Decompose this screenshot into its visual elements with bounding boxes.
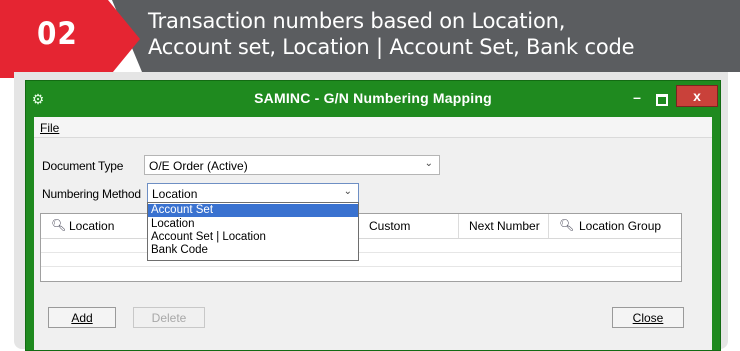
banner-line-1: Transaction numbers based on Location, xyxy=(148,9,566,33)
column-location-group-label: Location Group xyxy=(579,219,662,233)
close-button[interactable]: Close xyxy=(612,307,684,328)
menu-bar: File xyxy=(34,117,712,138)
step-number: 02 xyxy=(37,16,78,52)
close-window-button[interactable]: x xyxy=(676,85,718,107)
delete-button-label: Delete xyxy=(151,311,187,325)
document-type-label: Document Type xyxy=(42,159,124,173)
table-row[interactable] xyxy=(41,266,681,280)
column-custom-label: Custom xyxy=(369,219,411,233)
chevron-down-icon: ⌄ xyxy=(343,186,352,197)
magnifier-icon[interactable]: 🔍︎ xyxy=(51,218,66,232)
banner-caption: Transaction numbers based on Location, A… xyxy=(148,8,635,60)
close-button-label: Close xyxy=(632,311,664,325)
table-row[interactable] xyxy=(41,238,681,253)
maximize-icon xyxy=(656,94,668,106)
menu-file[interactable]: File xyxy=(40,121,59,135)
numbering-method-value: Location xyxy=(152,187,198,201)
column-location-group[interactable]: 🔍︎ Location Group xyxy=(549,214,681,238)
option-account-set-location[interactable]: Account Set | Location xyxy=(148,231,358,244)
chevron-down-icon: ⌄ xyxy=(424,158,433,169)
option-account-set[interactable]: Account Set xyxy=(148,204,358,217)
numbering-method-dropdown[interactable]: Account Set Location Account Set | Locat… xyxy=(147,202,359,261)
app-window: ⚙ SAMINC - G/N Numbering Mapping – x Fil… xyxy=(25,80,721,351)
column-location-label: Location xyxy=(69,219,115,233)
title-bar[interactable]: ⚙ SAMINC - G/N Numbering Mapping – x xyxy=(26,81,720,117)
column-next-number-label: Next Number xyxy=(469,219,540,233)
table-row[interactable] xyxy=(41,252,681,267)
menu-file-label: File xyxy=(40,121,60,135)
maximize-button[interactable] xyxy=(650,89,672,107)
mapping-grid[interactable]: 🔍︎ Location Custom Next Number 🔍︎ Locati… xyxy=(40,213,682,282)
grid-header: 🔍︎ Location Custom Next Number 🔍︎ Locati… xyxy=(41,214,681,239)
column-next-number[interactable]: Next Number xyxy=(459,214,549,238)
window-title: SAMINC - G/N Numbering Mapping xyxy=(254,90,492,106)
document-type-select[interactable]: O/E Order (Active) ⌄ xyxy=(144,155,440,175)
add-button-label: Add xyxy=(71,311,93,325)
numbering-method-label: Numbering Method xyxy=(42,187,141,201)
option-location[interactable]: Location xyxy=(148,218,358,231)
banner-line-2: Account set, Location | Account Set, Ban… xyxy=(148,35,635,59)
option-bank-code[interactable]: Bank Code xyxy=(148,244,358,257)
add-button[interactable]: Add xyxy=(48,307,116,328)
numbering-method-select[interactable]: Location ⌄ xyxy=(147,183,359,203)
delete-button[interactable]: Delete xyxy=(133,307,205,328)
column-custom[interactable]: Custom xyxy=(349,214,459,238)
magnifier-icon[interactable]: 🔍︎ xyxy=(559,218,574,232)
document-type-value: O/E Order (Active) xyxy=(149,159,248,173)
column-location[interactable]: 🔍︎ Location xyxy=(41,214,149,238)
window-client-area: File Document Type O/E Order (Active) ⌄ … xyxy=(34,117,712,350)
minimize-button[interactable]: – xyxy=(624,89,650,107)
